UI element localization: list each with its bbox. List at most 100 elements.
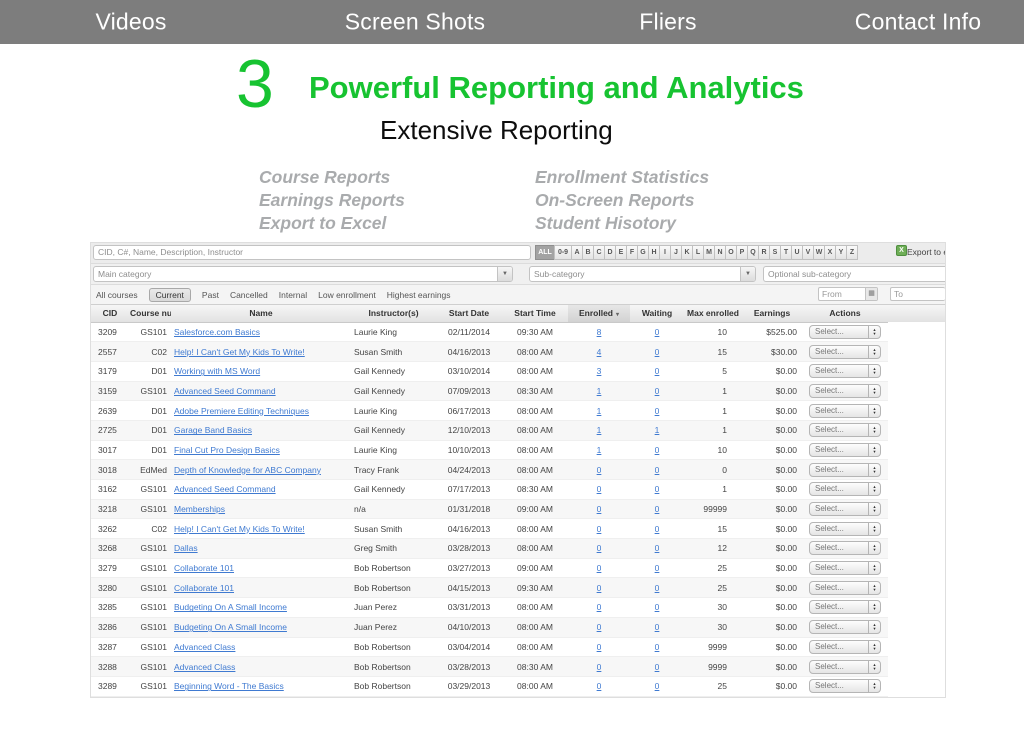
date-to-input[interactable]: To xyxy=(890,287,945,301)
course-name-link[interactable]: Adobe Premiere Editing Techniques xyxy=(174,406,309,416)
row-action-select[interactable]: Select...▴▾ xyxy=(809,463,881,477)
row-action-select[interactable]: Select...▴▾ xyxy=(809,404,881,418)
enrolled-count-link[interactable]: 4 xyxy=(597,347,602,357)
enrolled-count-link[interactable]: 1 xyxy=(597,406,602,416)
row-action-select[interactable]: Select...▴▾ xyxy=(809,482,881,496)
course-name-link[interactable]: Dallas xyxy=(174,543,198,553)
tab-highest-earnings[interactable]: Highest earnings xyxy=(387,289,451,301)
tab-cancelled[interactable]: Cancelled xyxy=(230,289,268,301)
column-header-start-date[interactable]: Start Date xyxy=(436,305,502,322)
waiting-count-link[interactable]: 0 xyxy=(655,563,660,573)
enrolled-count-link[interactable]: 1 xyxy=(597,386,602,396)
column-header-name[interactable]: Name xyxy=(171,305,351,322)
alpha-filter-all[interactable]: ALL xyxy=(535,245,555,260)
row-action-select[interactable]: Select...▴▾ xyxy=(809,581,881,595)
waiting-count-link[interactable]: 0 xyxy=(655,386,660,396)
course-name-link[interactable]: Collaborate 101 xyxy=(174,583,234,593)
course-name-link[interactable]: Collaborate 101 xyxy=(174,563,234,573)
waiting-count-link[interactable]: 0 xyxy=(655,602,660,612)
row-action-select[interactable]: Select...▴▾ xyxy=(809,522,881,536)
row-action-select[interactable]: Select...▴▾ xyxy=(809,679,881,693)
enrolled-count-link[interactable]: 0 xyxy=(597,524,602,534)
nav-item-videos[interactable]: Videos xyxy=(95,9,166,36)
enrolled-count-link[interactable]: 0 xyxy=(597,662,602,672)
enrolled-count-link[interactable]: 3 xyxy=(597,366,602,376)
course-name-link[interactable]: Advanced Seed Command xyxy=(174,484,276,494)
course-name-link[interactable]: Advanced Seed Command xyxy=(174,386,276,396)
enrolled-count-link[interactable]: 0 xyxy=(597,681,602,691)
row-action-select[interactable]: Select...▴▾ xyxy=(809,561,881,575)
row-action-select[interactable]: Select...▴▾ xyxy=(809,640,881,654)
waiting-count-link[interactable]: 0 xyxy=(655,583,660,593)
course-name-link[interactable]: Working with MS Word xyxy=(174,366,260,376)
tab-past[interactable]: Past xyxy=(202,289,219,301)
nav-item-contact-info[interactable]: Contact Info xyxy=(855,9,981,36)
row-action-select[interactable]: Select...▴▾ xyxy=(809,620,881,634)
row-action-select[interactable]: Select...▴▾ xyxy=(809,364,881,378)
enrolled-count-link[interactable]: 0 xyxy=(597,465,602,475)
column-header-instructor-s-[interactable]: Instructor(s) xyxy=(351,305,436,322)
row-action-select[interactable]: Select...▴▾ xyxy=(809,660,881,674)
export-to-excel-button[interactable]: Export to ex xyxy=(907,247,945,257)
column-header-waiting[interactable]: Waiting xyxy=(630,305,684,322)
nav-item-fliers[interactable]: Fliers xyxy=(639,9,696,36)
course-name-link[interactable]: Garage Band Basics xyxy=(174,425,252,435)
enrolled-count-link[interactable]: 0 xyxy=(597,484,602,494)
column-header-actions[interactable]: Actions xyxy=(802,305,888,322)
waiting-count-link[interactable]: 0 xyxy=(655,543,660,553)
enrolled-count-link[interactable]: 0 xyxy=(597,563,602,573)
course-name-link[interactable]: Final Cut Pro Design Basics xyxy=(174,445,280,455)
course-name-link[interactable]: Beginning Word - The Basics xyxy=(174,681,284,691)
enrolled-count-link[interactable]: 0 xyxy=(597,602,602,612)
enrolled-count-link[interactable]: 0 xyxy=(597,622,602,632)
row-action-select[interactable]: Select...▴▾ xyxy=(809,384,881,398)
waiting-count-link[interactable]: 0 xyxy=(655,406,660,416)
enrolled-count-link[interactable]: 0 xyxy=(597,642,602,652)
row-action-select[interactable]: Select...▴▾ xyxy=(809,502,881,516)
enrolled-count-link[interactable]: 0 xyxy=(597,504,602,514)
row-action-select[interactable]: Select...▴▾ xyxy=(809,600,881,614)
waiting-count-link[interactable]: 0 xyxy=(655,504,660,514)
waiting-count-link[interactable]: 0 xyxy=(655,484,660,494)
enrolled-count-link[interactable]: 0 xyxy=(597,543,602,553)
waiting-count-link[interactable]: 0 xyxy=(655,327,660,337)
column-header-start-time[interactable]: Start Time xyxy=(502,305,568,322)
row-action-select[interactable]: Select...▴▾ xyxy=(809,345,881,359)
alpha-filter-0-9[interactable]: 0-9 xyxy=(554,245,572,260)
column-header-earnings[interactable]: Earnings xyxy=(742,305,802,322)
tab-current[interactable]: Current xyxy=(149,288,191,302)
calendar-icon[interactable]: ▦ xyxy=(865,288,877,300)
waiting-count-link[interactable]: 1 xyxy=(655,425,660,435)
column-header-cid[interactable]: CID xyxy=(91,305,129,322)
course-name-link[interactable]: Advanced Class xyxy=(174,662,235,672)
tab-internal[interactable]: Internal xyxy=(279,289,307,301)
waiting-count-link[interactable]: 0 xyxy=(655,681,660,691)
column-header-max-enrolled[interactable]: Max enrolled xyxy=(684,305,742,322)
waiting-count-link[interactable]: 0 xyxy=(655,642,660,652)
tab-all-courses[interactable]: All courses xyxy=(96,289,138,301)
waiting-count-link[interactable]: 0 xyxy=(655,524,660,534)
waiting-count-link[interactable]: 0 xyxy=(655,465,660,475)
date-from-input[interactable]: From ▦ xyxy=(818,287,878,301)
main-category-select[interactable]: Main category ▼ xyxy=(93,266,513,282)
column-header-course-numbe[interactable]: Course numbe xyxy=(129,305,171,322)
row-action-select[interactable]: Select...▴▾ xyxy=(809,541,881,555)
waiting-count-link[interactable]: 0 xyxy=(655,622,660,632)
course-name-link[interactable]: Depth of Knowledge for ABC Company xyxy=(174,465,321,475)
enrolled-count-link[interactable]: 0 xyxy=(597,583,602,593)
search-input[interactable]: CID, C#, Name, Description, Instructor xyxy=(93,245,531,260)
row-action-select[interactable]: Select...▴▾ xyxy=(809,325,881,339)
course-name-link[interactable]: Advanced Class xyxy=(174,642,235,652)
waiting-count-link[interactable]: 0 xyxy=(655,662,660,672)
column-header-enrolled[interactable]: Enrolled▾ xyxy=(568,305,630,322)
tab-low-enrollment[interactable]: Low enrollment xyxy=(318,289,376,301)
excel-icon[interactable]: X xyxy=(896,245,907,256)
waiting-count-link[interactable]: 0 xyxy=(655,347,660,357)
waiting-count-link[interactable]: 0 xyxy=(655,366,660,376)
optional-sub-category-input[interactable]: Optional sub-category xyxy=(763,266,945,282)
course-name-link[interactable]: Budgeting On A Small Income xyxy=(174,622,287,632)
course-name-link[interactable]: Help! I Can't Get My Kids To Write! xyxy=(174,347,305,357)
row-action-select[interactable]: Select...▴▾ xyxy=(809,423,881,437)
alpha-filter-z[interactable]: Z xyxy=(846,245,858,260)
enrolled-count-link[interactable]: 1 xyxy=(597,445,602,455)
